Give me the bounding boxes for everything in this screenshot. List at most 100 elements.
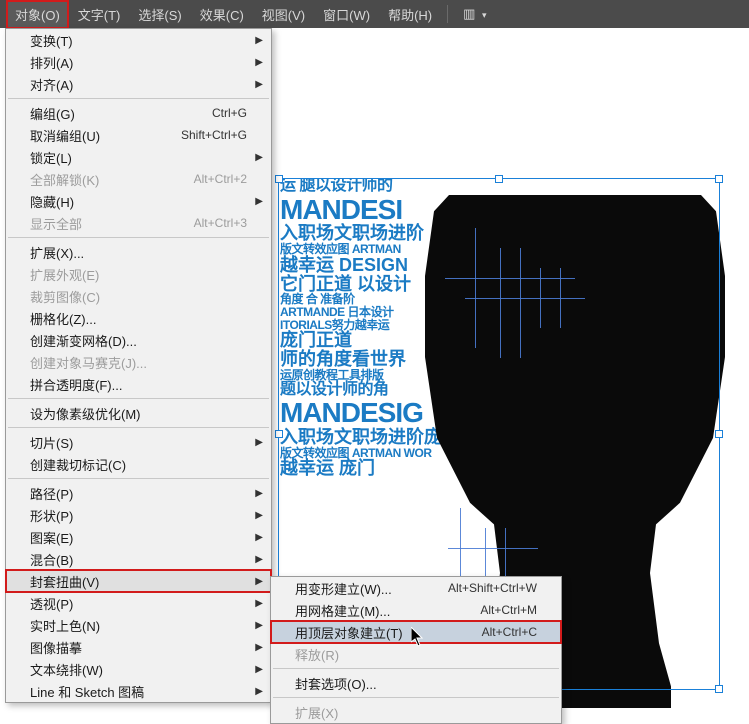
menu-item-label: 裁剪图像(C) xyxy=(30,287,247,306)
menubar: 对象(O) 文字(T) 选择(S) 效果(C) 视图(V) 窗口(W) 帮助(H… xyxy=(0,0,749,28)
menu-item[interactable]: 扩展(X)... xyxy=(6,241,271,263)
menu-help[interactable]: 帮助(H) xyxy=(379,0,441,29)
menu-item-label: 编组(G) xyxy=(30,104,212,123)
menu-shortcut: Alt+Ctrl+C xyxy=(482,625,537,639)
menu-item[interactable]: 取消编组(U)Shift+Ctrl+G xyxy=(6,124,271,146)
menu-item[interactable]: 实时上色(N)▶ xyxy=(6,614,271,636)
menu-item-label: 排列(A) xyxy=(30,53,247,72)
submenu-item[interactable]: 用变形建立(W)...Alt+Shift+Ctrl+W xyxy=(271,577,561,599)
menu-item-label: 栅格化(Z)... xyxy=(30,309,247,328)
selection-handle[interactable] xyxy=(495,175,503,183)
submenu-item-label: 封套选项(O)... xyxy=(295,674,537,693)
menu-item[interactable]: 混合(B) ▶ xyxy=(6,548,271,570)
menu-item[interactable]: 形状(P) ▶ xyxy=(6,504,271,526)
menu-item-label: 创建裁切标记(C) xyxy=(30,455,247,474)
guide-line xyxy=(475,228,476,348)
menu-item[interactable]: 创建裁切标记(C) xyxy=(6,453,271,475)
submenu-arrow-icon: ▶ xyxy=(255,598,263,609)
menu-separator xyxy=(8,398,269,399)
menu-item: 扩展外观(E) xyxy=(6,263,271,285)
submenu-arrow-icon: ▶ xyxy=(255,510,263,521)
selection-handle[interactable] xyxy=(715,175,723,183)
menu-item-label: Line 和 Sketch 图稿 xyxy=(30,682,247,701)
selection-handle[interactable] xyxy=(715,430,723,438)
menu-select[interactable]: 选择(S) xyxy=(129,0,190,29)
menu-shortcut: Shift+Ctrl+G xyxy=(181,128,247,142)
submenu-arrow-icon: ▶ xyxy=(255,152,263,163)
menu-item[interactable]: 透视(P) ▶ xyxy=(6,592,271,614)
menu-item-label: 混合(B) xyxy=(30,550,247,569)
object-menu-dropdown: 变换(T)▶排列(A)▶对齐(A)▶编组(G)Ctrl+G取消编组(U)Shif… xyxy=(5,28,272,703)
menu-item-label: 图案(E) xyxy=(30,528,247,547)
menu-shortcut: Alt+Ctrl+2 xyxy=(194,172,247,186)
menu-item[interactable]: 变换(T)▶ xyxy=(6,29,271,51)
menu-item-label: 拼合透明度(F)... xyxy=(30,375,247,394)
submenu-item-label: 用变形建立(W)... xyxy=(295,579,448,598)
submenu-item-label: 扩展(X) xyxy=(295,703,537,722)
menu-item[interactable]: 设为像素级优化(M) xyxy=(6,402,271,424)
menu-item-label: 隐藏(H) xyxy=(30,192,247,211)
menu-item-label: 创建渐变网格(D)... xyxy=(30,331,247,350)
menu-item[interactable]: 对齐(A)▶ xyxy=(6,73,271,95)
menu-item-label: 全部解锁(K) xyxy=(30,170,194,189)
submenu-item[interactable]: 封套选项(O)... xyxy=(271,672,561,694)
menu-window[interactable]: 窗口(W) xyxy=(314,0,379,29)
menu-item[interactable]: 编组(G)Ctrl+G xyxy=(6,102,271,124)
menu-item[interactable]: 切片(S)▶ xyxy=(6,431,271,453)
menubar-divider xyxy=(447,5,448,23)
toolbar-dropdown[interactable]: ▥ ▾ xyxy=(454,1,495,27)
submenu-arrow-icon: ▶ xyxy=(255,576,263,587)
menu-shortcut: Alt+Shift+Ctrl+W xyxy=(448,581,537,595)
menu-item-label: 透视(P) xyxy=(30,594,247,613)
menu-effect[interactable]: 效果(C) xyxy=(191,0,253,29)
submenu-item-label: 用网格建立(M)... xyxy=(295,601,480,620)
menu-item-label: 显示全部 xyxy=(30,214,194,233)
submenu-item-label: 用顶层对象建立(T) xyxy=(295,623,482,642)
menu-item-label: 变换(T) xyxy=(30,31,247,50)
menu-item[interactable]: 图案(E) ▶ xyxy=(6,526,271,548)
menu-view[interactable]: 视图(V) xyxy=(253,0,314,29)
menu-separator xyxy=(273,697,559,698)
menu-item-label: 封套扭曲(V) xyxy=(30,572,247,591)
menu-item[interactable]: 排列(A)▶ xyxy=(6,51,271,73)
menu-item: 全部解锁(K)Alt+Ctrl+2 xyxy=(6,168,271,190)
menu-item[interactable]: 锁定(L)▶ xyxy=(6,146,271,168)
selection-handle[interactable] xyxy=(715,685,723,693)
menu-object[interactable]: 对象(O) xyxy=(6,0,69,29)
submenu-arrow-icon: ▶ xyxy=(255,664,263,675)
submenu-arrow-icon: ▶ xyxy=(255,686,263,697)
guide-line xyxy=(500,248,501,358)
guide-line xyxy=(465,298,585,299)
menu-item-label: 创建对象马赛克(J)... xyxy=(30,353,247,372)
menu-item[interactable]: 文本绕排(W)▶ xyxy=(6,658,271,680)
menu-item[interactable]: 栅格化(Z)... xyxy=(6,307,271,329)
menu-item-label: 形状(P) xyxy=(30,506,247,525)
menu-type[interactable]: 文字(T) xyxy=(69,0,130,29)
menu-item-label: 设为像素级优化(M) xyxy=(30,404,247,423)
submenu-arrow-icon: ▶ xyxy=(255,554,263,565)
submenu-arrow-icon: ▶ xyxy=(255,620,263,631)
submenu-arrow-icon: ▶ xyxy=(255,532,263,543)
menu-separator xyxy=(8,478,269,479)
menu-item[interactable]: 封套扭曲(V) ▶ xyxy=(6,570,271,592)
menu-item[interactable]: 拼合透明度(F)... xyxy=(6,373,271,395)
menu-item[interactable]: 创建渐变网格(D)... xyxy=(6,329,271,351)
submenu-item-label: 释放(R) xyxy=(295,645,537,664)
menu-separator xyxy=(8,427,269,428)
menu-shortcut: Alt+Ctrl+M xyxy=(480,603,537,617)
guide-line xyxy=(520,248,521,358)
menu-item-label: 扩展(X)... xyxy=(30,243,247,262)
menu-item-label: 图像描摹 xyxy=(30,638,247,657)
menu-item[interactable]: Line 和 Sketch 图稿 ▶ xyxy=(6,680,271,702)
menu-item-label: 路径(P) xyxy=(30,484,247,503)
submenu-arrow-icon: ▶ xyxy=(255,437,263,448)
submenu-item[interactable]: 用网格建立(M)...Alt+Ctrl+M xyxy=(271,599,561,621)
selection-handle[interactable] xyxy=(275,175,283,183)
menu-separator xyxy=(8,237,269,238)
selection-handle[interactable] xyxy=(275,430,283,438)
menu-item[interactable]: 路径(P) ▶ xyxy=(6,482,271,504)
menu-item[interactable]: 图像描摹▶ xyxy=(6,636,271,658)
menu-item-label: 取消编组(U) xyxy=(30,126,181,145)
submenu-arrow-icon: ▶ xyxy=(255,488,263,499)
menu-item[interactable]: 隐藏(H)▶ xyxy=(6,190,271,212)
